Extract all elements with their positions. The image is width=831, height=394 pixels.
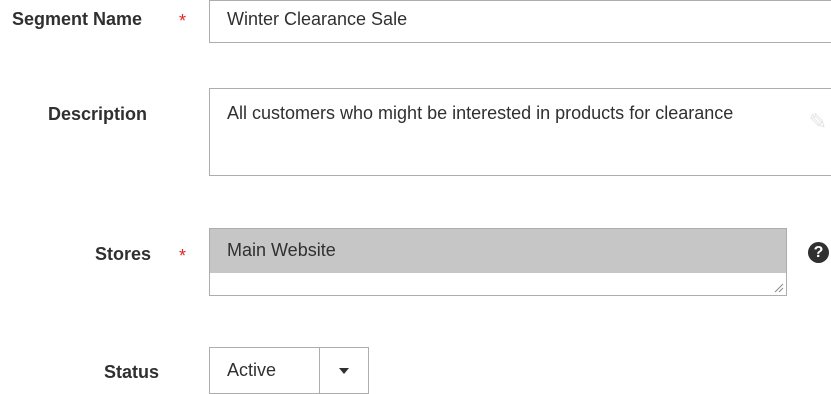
help-icon[interactable]: ? bbox=[808, 242, 829, 263]
description-value: All customers who might be interested in… bbox=[227, 103, 734, 123]
stores-required-marker: * bbox=[179, 246, 187, 266]
stores-option-main-website[interactable]: Main Website bbox=[210, 229, 786, 273]
description-textarea[interactable]: All customers who might be interested in… bbox=[209, 88, 831, 176]
status-selected-value: Active bbox=[227, 360, 277, 380]
stores-option-label: Main Website bbox=[227, 240, 336, 260]
segment-name-value: Winter Clearance Sale bbox=[227, 9, 408, 29]
stores-multiselect[interactable]: Main Website bbox=[209, 228, 787, 296]
segment-name-required-marker: * bbox=[179, 11, 187, 31]
resize-grip-icon[interactable] bbox=[772, 281, 784, 293]
stores-label: Stores bbox=[95, 244, 152, 264]
description-label: Description bbox=[48, 104, 148, 124]
status-select-divider bbox=[319, 348, 320, 393]
status-label: Status bbox=[104, 362, 160, 382]
segment-name-label: Segment Name bbox=[12, 9, 143, 29]
segment-name-input[interactable]: Winter Clearance Sale bbox=[209, 0, 831, 43]
chevron-down-icon[interactable] bbox=[339, 368, 349, 374]
textarea-edit-icon: ✎ bbox=[808, 109, 828, 134]
status-select[interactable]: Active bbox=[209, 347, 369, 394]
